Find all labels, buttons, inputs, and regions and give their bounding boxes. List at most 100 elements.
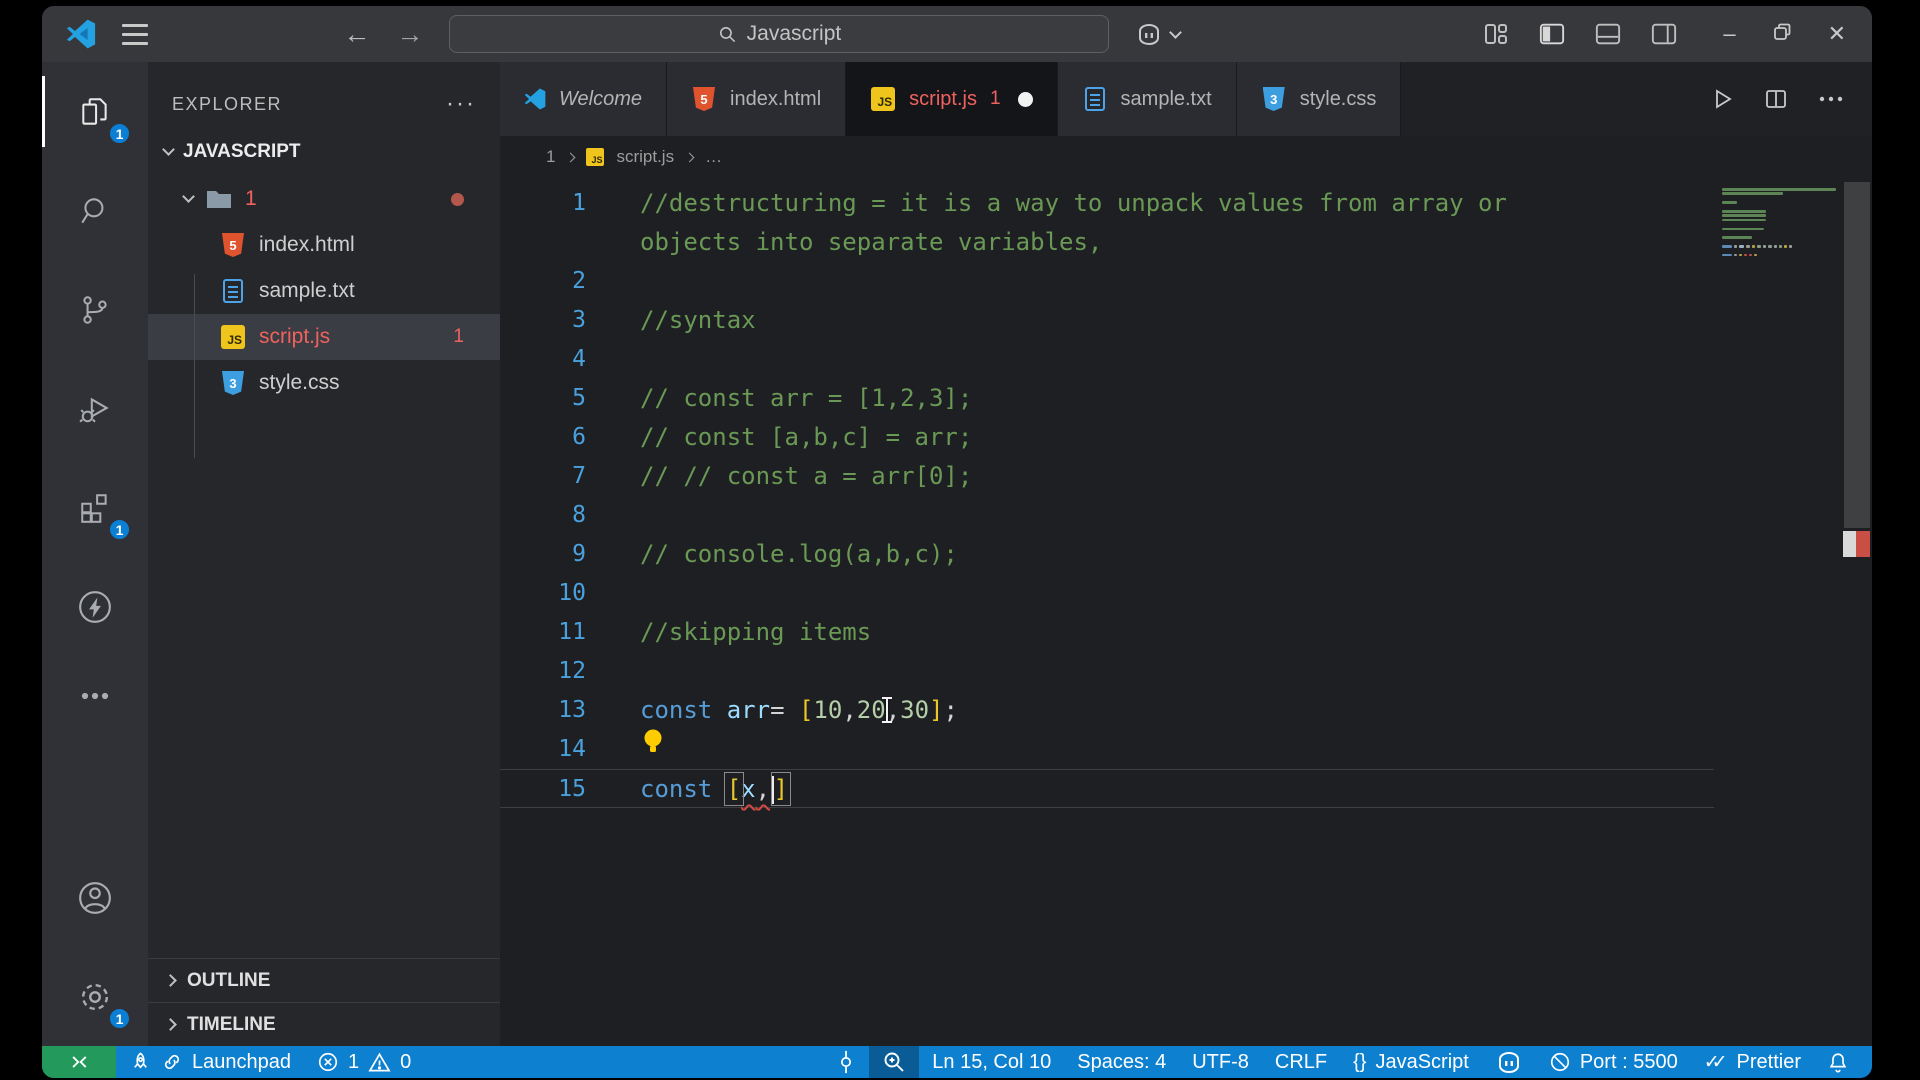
code-editor[interactable]: 1//destructuring = it is a way to unpack… [500, 178, 1872, 1046]
code-line-1-wrap[interactable]: objects into separate variables, [500, 223, 1714, 262]
line-number[interactable]: 6 [500, 418, 586, 457]
tab-style-css[interactable]: 3 style.css [1237, 62, 1402, 136]
line-number[interactable]: 15 [500, 770, 586, 807]
problems-indicator[interactable]: 1 0 [304, 1046, 424, 1078]
nav-back-button[interactable]: ← [343, 21, 370, 48]
code-lines[interactable]: 1//destructuring = it is a way to unpack… [500, 178, 1714, 1046]
encoding-indicator[interactable]: UTF-8 [1179, 1046, 1262, 1078]
breadcrumb-file[interactable]: script.js [616, 147, 674, 167]
code-line-8[interactable]: 8 [500, 496, 1714, 535]
workspace-section-label: JAVASCRIPT [183, 141, 301, 163]
line-number[interactable]: 4 [500, 340, 586, 379]
copilot-status[interactable] [1482, 1046, 1536, 1078]
line-number[interactable]: 5 [500, 379, 586, 418]
code-line-5[interactable]: 5// const arr = [1,2,3]; [500, 379, 1714, 418]
tab-script-js[interactable]: JS script.js 1 [846, 62, 1057, 136]
explorer-more-actions-icon[interactable]: ··· [446, 99, 476, 109]
code-line-6[interactable]: 6// const [a,b,c] = arr; [500, 418, 1714, 457]
line-number[interactable]: 11 [500, 613, 586, 652]
line-number[interactable]: 3 [500, 301, 586, 340]
tree-item-index-html[interactable]: 5 index.html [148, 222, 500, 268]
code-line-13[interactable]: 13const arr= [10,20,30]; [500, 691, 1714, 730]
code-line-11[interactable]: 11//skipping items [500, 613, 1714, 652]
split-editor-button[interactable] [1764, 87, 1788, 111]
close-button[interactable]: ✕ [1828, 23, 1846, 45]
code-line-3[interactable]: 3 //syntax [500, 301, 1714, 340]
tab-index-html[interactable]: 5 index.html [667, 62, 846, 136]
workspace-section-javascript[interactable]: JAVASCRIPT [148, 128, 500, 176]
customize-layout-icon[interactable] [1483, 21, 1509, 47]
live-server-port[interactable]: Port : 5500 [1536, 1046, 1691, 1078]
tab-sample-txt[interactable]: sample.txt [1058, 62, 1237, 136]
formatter-status[interactable]: ✓✓ Prettier [1691, 1046, 1814, 1078]
code-line-2[interactable]: 2 [500, 262, 1714, 301]
tree-item-folder-1[interactable]: 1 [148, 176, 500, 222]
activity-extensions-button[interactable]: 1 [42, 458, 148, 557]
command-center-search[interactable]: Javascript [449, 15, 1109, 53]
notifications-bell[interactable] [1814, 1046, 1862, 1078]
chevron-down-icon [1170, 26, 1183, 39]
copilot-menu-button[interactable] [1135, 23, 1180, 45]
run-file-button[interactable] [1710, 87, 1734, 111]
tab-welcome[interactable]: Welcome [500, 62, 667, 136]
timeline-panel-header[interactable]: TIMELINE [148, 1002, 500, 1046]
unsaved-dot[interactable] [1018, 92, 1033, 107]
zoom-indicator[interactable] [869, 1046, 919, 1078]
line-number[interactable]: 2 [500, 262, 586, 301]
line-number[interactable]: 7 [500, 457, 586, 496]
tree-item-sample-txt[interactable]: sample.txt [148, 268, 500, 314]
menu-hamburger-icon[interactable] [122, 24, 148, 45]
scrollbar[interactable] [1842, 178, 1872, 1046]
breadcrumb-symbol[interactable]: … [705, 147, 722, 167]
line-number[interactable]: 9 [500, 535, 586, 574]
activity-bar-bottom: 1 [42, 848, 148, 1046]
line-number[interactable]: 13 [500, 691, 586, 730]
minimize-button[interactable]: – [1723, 23, 1735, 45]
overview-error-marker [1856, 531, 1870, 557]
eol-indicator[interactable]: CRLF [1262, 1046, 1340, 1078]
settings-button[interactable]: 1 [42, 947, 148, 1046]
tree-item-style-css[interactable]: 3 style.css [148, 360, 500, 406]
breadcrumb-folder[interactable]: 1 [546, 147, 555, 167]
activity-source-control-button[interactable] [42, 260, 148, 359]
lightbulb-icon[interactable] [640, 727, 666, 767]
code-line-4[interactable]: 4 [500, 340, 1714, 379]
language-mode-indicator[interactable]: {} JavaScript [1340, 1046, 1482, 1078]
code-line-14[interactable]: 14 [500, 730, 1714, 769]
activity-run-debug-button[interactable] [42, 359, 148, 458]
screencast-indicator[interactable] [823, 1046, 869, 1078]
line-number[interactable]: 8 [500, 496, 586, 535]
code-line-15[interactable]: 15const [x,] [500, 769, 1714, 808]
code-line-1[interactable]: 1//destructuring = it is a way to unpack… [500, 184, 1714, 223]
toggle-primary-sidebar-icon[interactable] [1539, 21, 1565, 47]
remote-indicator[interactable] [42, 1046, 116, 1078]
code-line-12[interactable]: 12 [500, 652, 1714, 691]
activity-search-button[interactable] [42, 161, 148, 260]
code-line-9[interactable]: 9// console.log(a,b,c); [500, 535, 1714, 574]
outline-panel-header[interactable]: OUTLINE [148, 958, 500, 1002]
code-line-7[interactable]: 7// // const a = arr[0]; [500, 457, 1714, 496]
indentation-indicator[interactable]: Spaces: 4 [1064, 1046, 1179, 1078]
toggle-panel-icon[interactable] [1595, 21, 1621, 47]
more-actions-button[interactable] [1818, 95, 1844, 103]
line-number[interactable]: 10 [500, 574, 586, 613]
nav-forward-button[interactable]: → [396, 21, 423, 48]
accounts-button[interactable] [42, 848, 148, 947]
line-number[interactable]: 14 [500, 730, 586, 769]
activity-more-button[interactable] [42, 656, 148, 736]
html-file-icon: 5 [220, 232, 246, 258]
toggle-secondary-sidebar-icon[interactable] [1651, 21, 1677, 47]
activity-thunder-client-button[interactable] [42, 557, 148, 656]
scrollbar-slider[interactable] [1844, 182, 1870, 528]
line-number[interactable]: 1 [500, 184, 586, 223]
code-line-10[interactable]: 10 [500, 574, 1714, 613]
line-number[interactable]: 12 [500, 652, 586, 691]
cursor-position-indicator[interactable]: Ln 15, Col 10 [919, 1046, 1064, 1078]
tree-item-script-js[interactable]: JS script.js 1 [148, 314, 500, 360]
restore-button[interactable] [1772, 22, 1792, 46]
launchpad-button[interactable]: Launchpad [116, 1046, 304, 1078]
activity-explorer-button[interactable]: 1 [42, 62, 148, 161]
code-text: //syntax [640, 301, 756, 340]
screencast-icon [836, 1050, 856, 1074]
minimap[interactable] [1714, 178, 1842, 1046]
